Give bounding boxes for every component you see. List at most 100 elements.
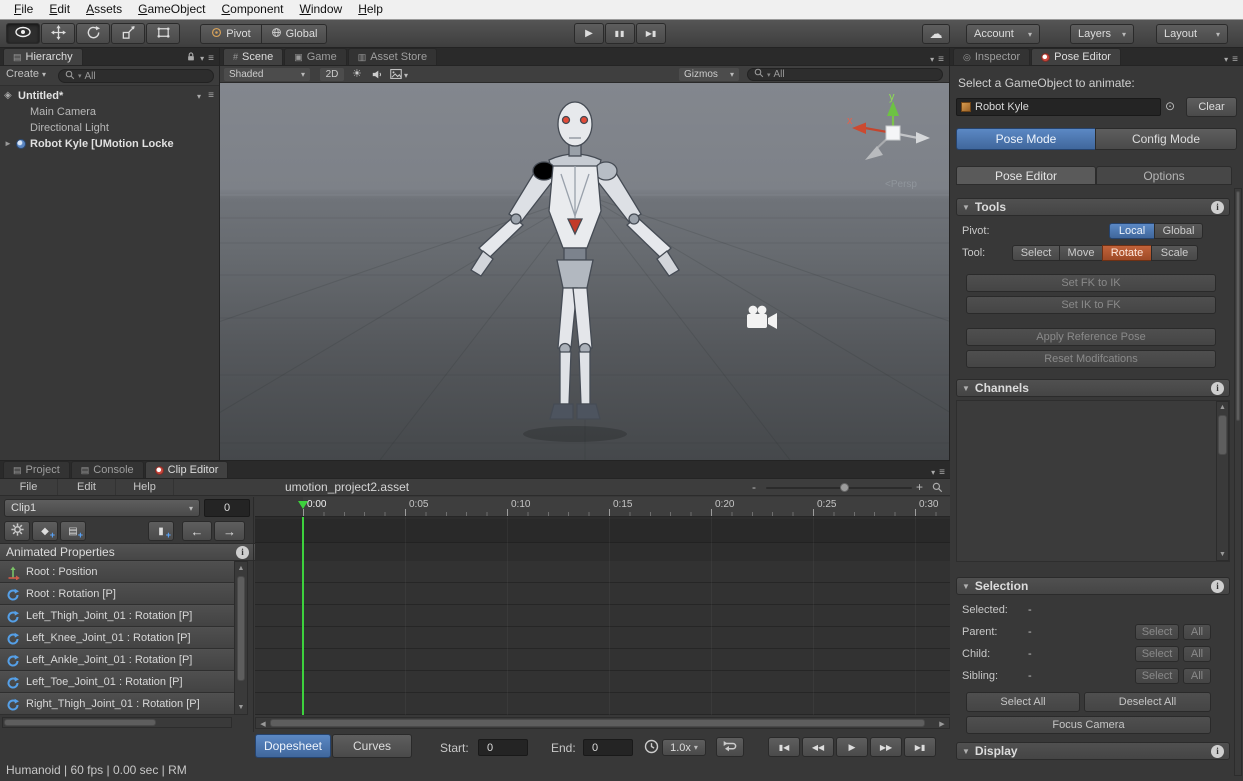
property-row-root-rotation[interactable]: Root : Rotation [P] — [0, 583, 234, 605]
child-all-button[interactable]: All — [1183, 646, 1211, 662]
tree-item-robot-kyle[interactable]: ► Robot Kyle [UMotion Locke — [0, 136, 219, 152]
add-property-button[interactable]: ▤+ — [60, 521, 86, 541]
scroll-down-icon[interactable]: ▼ — [235, 704, 247, 711]
tab-asset-store[interactable]: ▥Asset Store — [348, 48, 437, 65]
go-to-end-button[interactable]: ▶▮ — [904, 737, 936, 757]
scene-orientation-gizmo[interactable]: y x — [847, 91, 931, 175]
object-picker-icon[interactable]: ⊙ — [1165, 99, 1175, 113]
shading-mode-dropdown[interactable]: Shaded▾ — [224, 68, 310, 81]
reset-modifications-button[interactable]: Reset Modifcations — [966, 350, 1216, 368]
tree-item-main-camera[interactable]: Main Camera — [0, 104, 219, 120]
pivot-local-button[interactable]: Local — [1109, 223, 1155, 239]
inspector-scrollbar[interactable] — [1234, 188, 1242, 776]
pose-mode-button[interactable]: Pose Mode — [956, 128, 1096, 150]
sibling-select-button[interactable]: Select — [1135, 668, 1179, 684]
scene-root-row[interactable]: ◈ Untitled* ▾ ≡ — [0, 88, 219, 104]
property-row-left-ankle[interactable]: Left_Ankle_Joint_01 : Rotation [P] — [0, 649, 234, 671]
child-select-button[interactable]: Select — [1135, 646, 1179, 662]
sub-tab-pose-editor[interactable]: Pose Editor — [956, 166, 1096, 185]
scroll-left-icon[interactable]: ◀ — [258, 720, 268, 728]
lighting-toggle[interactable]: ☀ — [352, 67, 362, 80]
clip-menu-help[interactable]: Help — [116, 479, 174, 495]
scene-dropdown-icon[interactable]: ▾ — [197, 92, 201, 101]
tree-item-directional-light[interactable]: Directional Light — [0, 120, 219, 136]
audio-toggle[interactable] — [372, 69, 383, 83]
search-icon[interactable] — [932, 482, 943, 496]
property-row-right-thigh[interactable]: Right_Thigh_Joint_01 : Rotation [P] — [0, 693, 234, 715]
scroll-right-icon[interactable]: ▶ — [937, 720, 947, 728]
move-tool-button[interactable] — [41, 23, 75, 44]
panel-dropdown-icon[interactable]: ▾ — [930, 55, 934, 64]
settings-button[interactable] — [4, 521, 30, 541]
tab-console[interactable]: ▤Console — [71, 461, 144, 478]
scene-menu-icon[interactable]: ≡ — [208, 90, 214, 101]
prev-key-button[interactable]: ◀◀ — [802, 737, 834, 757]
sub-tab-options[interactable]: Options — [1096, 166, 1232, 185]
panel-menu-icon[interactable]: ≡ — [939, 467, 945, 478]
tab-game[interactable]: ▣Game — [284, 48, 346, 65]
add-key-button[interactable]: ◆+ — [32, 521, 58, 541]
playback-speed-dropdown[interactable]: 1.0x▾ — [662, 739, 706, 756]
clear-button[interactable]: Clear — [1186, 97, 1237, 117]
view-tool-button[interactable] — [6, 23, 40, 44]
menu-help[interactable]: Help — [350, 0, 391, 19]
zoom-out-icon[interactable]: - — [752, 480, 756, 494]
tool-scale-button[interactable]: Scale — [1151, 245, 1198, 261]
step-button[interactable]: ▶▮ — [636, 23, 666, 44]
clip-menu-edit[interactable]: Edit — [58, 479, 116, 495]
selection-section-header[interactable]: ▼ Selection i — [956, 577, 1230, 595]
next-key-button[interactable]: ▶▶ — [870, 737, 902, 757]
hierarchy-search-input[interactable]: ▾ All — [58, 69, 214, 83]
parent-select-button[interactable]: Select — [1135, 624, 1179, 640]
lock-icon[interactable] — [186, 51, 196, 65]
zoom-in-icon[interactable]: + — [916, 480, 923, 494]
menu-edit[interactable]: Edit — [41, 0, 78, 19]
info-icon[interactable]: i — [1211, 580, 1224, 593]
info-icon[interactable]: i — [236, 546, 249, 559]
menu-gameobject[interactable]: GameObject — [130, 0, 213, 19]
menu-assets[interactable]: Assets — [78, 0, 130, 19]
tool-rotate-button[interactable]: Rotate — [1102, 245, 1152, 261]
timeline-ruler[interactable]: 0:00 0:05 0:10 0:15 0:20 0:25 0:30 — [255, 497, 950, 517]
scale-tool-button[interactable] — [111, 23, 145, 44]
gizmos-dropdown[interactable]: Gizmos▾ — [679, 68, 739, 81]
prev-frame-button[interactable]: ← — [182, 521, 212, 541]
channels-scrollbar[interactable]: ▲ ▼ — [1216, 401, 1229, 561]
scroll-up-icon[interactable]: ▲ — [1217, 404, 1228, 411]
menu-component[interactable]: Component — [213, 0, 291, 19]
tab-inspector[interactable]: ◎Inspector — [953, 48, 1030, 65]
panel-menu-icon[interactable]: ≡ — [938, 54, 944, 65]
properties-hscrollbar[interactable] — [2, 717, 232, 728]
panel-menu-icon[interactable]: ≡ — [1232, 54, 1238, 65]
apply-reference-pose-button[interactable]: Apply Reference Pose — [966, 328, 1216, 346]
zoom-slider-knob[interactable] — [840, 483, 849, 492]
property-row-left-thigh[interactable]: Left_Thigh_Joint_01 : Rotation [P] — [0, 605, 234, 627]
tool-select-button[interactable]: Select — [1012, 245, 1060, 261]
global-toggle-button[interactable]: Global — [261, 24, 327, 44]
set-fk-to-ik-button[interactable]: Set FK to IK — [966, 274, 1216, 292]
perspective-toggle[interactable]: <Persp — [885, 179, 917, 190]
gameobject-field[interactable]: Robot Kyle — [956, 98, 1161, 116]
rect-tool-button[interactable] — [146, 23, 180, 44]
property-row-left-knee[interactable]: Left_Knee_Joint_01 : Rotation [P] — [0, 627, 234, 649]
info-icon[interactable]: i — [1211, 201, 1224, 214]
zoom-slider[interactable] — [766, 487, 912, 489]
scroll-down-icon[interactable]: ▼ — [1217, 551, 1228, 558]
panel-dropdown-icon[interactable]: ▾ — [1224, 55, 1228, 64]
select-all-button[interactable]: Select All — [966, 692, 1080, 712]
panel-dropdown-icon[interactable]: ▾ — [200, 54, 204, 63]
expand-arrow-icon[interactable]: ► — [4, 136, 12, 152]
scene-viewport[interactable]: y x <Persp — [220, 83, 949, 460]
2d-toggle[interactable]: 2D — [320, 68, 344, 81]
go-to-start-button[interactable]: ▮◀ — [768, 737, 800, 757]
playhead-line[interactable] — [302, 517, 304, 715]
properties-scrollbar[interactable]: ▲ ▼ — [234, 561, 248, 715]
property-row-left-toe[interactable]: Left_Toe_Joint_01 : Rotation [P] — [0, 671, 234, 693]
tab-pose-editor[interactable]: Pose Editor — [1031, 48, 1121, 65]
tab-project[interactable]: ▤Project — [3, 461, 70, 478]
channels-section-header[interactable]: ▼ Channels i — [956, 379, 1230, 397]
layers-dropdown[interactable]: Layers▾ — [1070, 24, 1134, 44]
info-icon[interactable]: i — [1211, 745, 1224, 758]
panel-menu-icon[interactable]: ≡ — [208, 53, 214, 64]
scroll-up-icon[interactable]: ▲ — [235, 565, 247, 572]
